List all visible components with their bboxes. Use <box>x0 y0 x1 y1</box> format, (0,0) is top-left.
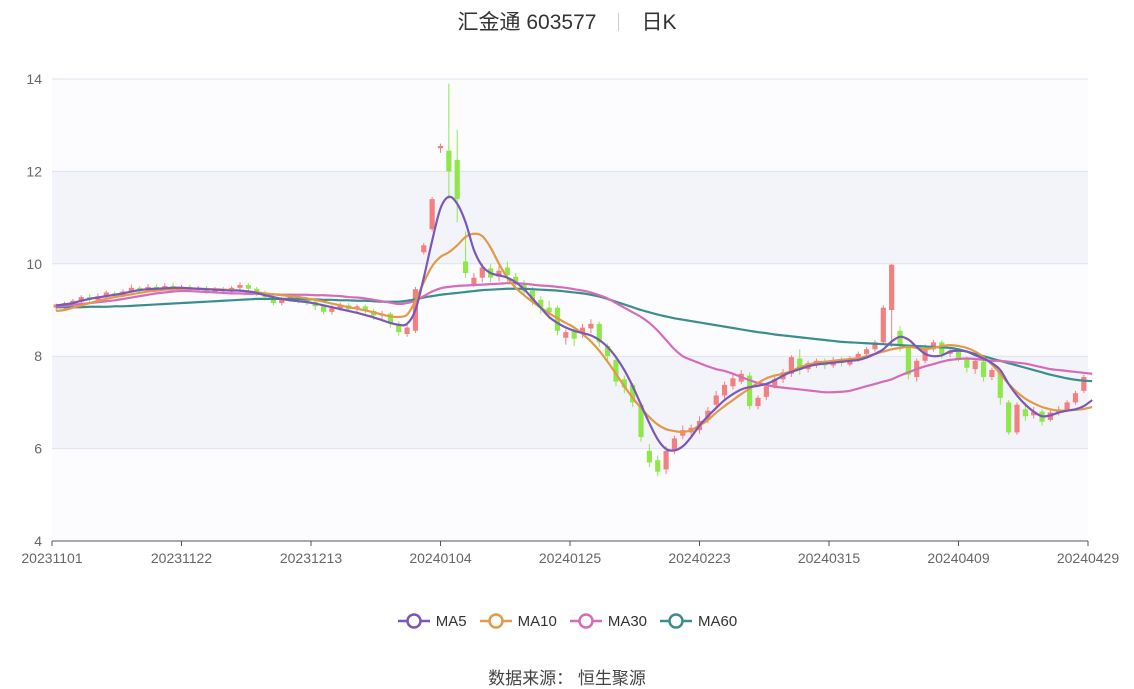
x-tick-label: 20231101 <box>21 550 82 566</box>
legend-circle <box>668 613 684 629</box>
candle-body <box>730 378 736 387</box>
legend-label: MA60 <box>698 612 738 630</box>
source-value: 恒生聚源 <box>577 669 646 688</box>
candle-body <box>437 145 444 149</box>
legend-label: MA30 <box>607 612 648 630</box>
grid-band <box>52 79 1088 172</box>
candle-body <box>429 199 435 230</box>
candle-body <box>1072 393 1079 403</box>
candle-body <box>462 261 469 274</box>
legend-label: MA10 <box>517 612 557 630</box>
candle-body <box>588 323 594 329</box>
candle-body <box>563 332 569 338</box>
candle-body <box>980 361 987 377</box>
x-tick-label: 20231122 <box>151 550 212 566</box>
candle-body <box>964 358 970 368</box>
x-tick-label: 20240429 <box>1057 550 1120 566</box>
background-bands <box>52 79 1088 541</box>
candle-body <box>1022 409 1028 417</box>
x-tick-label: 20240104 <box>409 550 472 566</box>
candle-body <box>864 349 870 354</box>
data-source: 数据来源： 恒生聚源 <box>0 664 1134 689</box>
candle-body <box>421 245 427 253</box>
y-tick-label: 4 <box>34 533 42 549</box>
grid-band <box>52 356 1088 449</box>
legend-marker-icon <box>397 613 430 629</box>
candle-body <box>713 395 719 405</box>
y-tick-label: 8 <box>34 348 42 364</box>
legend-label: MA5 <box>435 612 467 630</box>
candle-body <box>646 450 652 463</box>
y-tick-label: 10 <box>26 256 42 272</box>
x-tick-label: 20240409 <box>927 550 990 566</box>
legend-circle <box>578 613 594 629</box>
candle-body <box>663 450 669 470</box>
candle-body <box>446 150 452 172</box>
candle-body <box>655 460 661 472</box>
candle-body <box>1081 376 1087 391</box>
candle-body <box>1014 404 1020 433</box>
legend-item-ma5[interactable]: MA5 <box>397 612 467 630</box>
legend-circle <box>487 613 504 629</box>
candle-body <box>245 285 251 289</box>
candle-body <box>755 397 761 407</box>
x-axis: 20231101 20231122 20231213 20240104 20240125… <box>21 540 1120 566</box>
grid-band <box>52 171 1088 264</box>
candle-body <box>972 360 978 370</box>
y-tick-label: 14 <box>26 71 42 87</box>
legend-item-ma10[interactable]: MA10 <box>479 612 557 630</box>
candle-body <box>237 285 243 288</box>
candle-body <box>1006 402 1012 433</box>
source-label: 数据来源： <box>488 669 574 688</box>
legend-marker-icon <box>660 613 693 629</box>
candle-body <box>1064 402 1070 410</box>
candle-body <box>989 370 995 377</box>
candle-body <box>320 306 327 312</box>
legend-item-ma60[interactable]: MA60 <box>659 612 737 630</box>
candle-body <box>880 307 886 343</box>
legend-circle <box>406 613 422 629</box>
candle-body <box>721 384 728 396</box>
candle-body <box>889 264 895 310</box>
y-tick-label: 6 <box>34 441 42 457</box>
candle-body <box>404 327 410 335</box>
y-axis: 4 6 8 10 12 14 <box>26 71 42 549</box>
legend-marker-icon <box>479 613 512 629</box>
x-tick-label: 20240125 <box>539 550 602 566</box>
candle-body <box>763 386 769 397</box>
legend: MA5 MA10 MA30 MA60 <box>0 612 1134 634</box>
x-tick-label: 20240223 <box>668 550 731 566</box>
y-tick-label: 12 <box>26 163 42 179</box>
candlestick-chart: 4 6 8 10 12 14 20231101 20231122 20231213 202401… <box>21 71 1120 566</box>
candle-body <box>454 159 460 200</box>
legend-item-ma30[interactable]: MA30 <box>569 612 647 630</box>
candle-body <box>955 350 962 359</box>
grid-band <box>52 448 1088 541</box>
x-tick-label: 20240315 <box>798 550 861 566</box>
candle-body <box>471 277 477 285</box>
x-tick-label: 20231213 <box>280 550 343 566</box>
legend-marker-icon <box>569 613 602 629</box>
